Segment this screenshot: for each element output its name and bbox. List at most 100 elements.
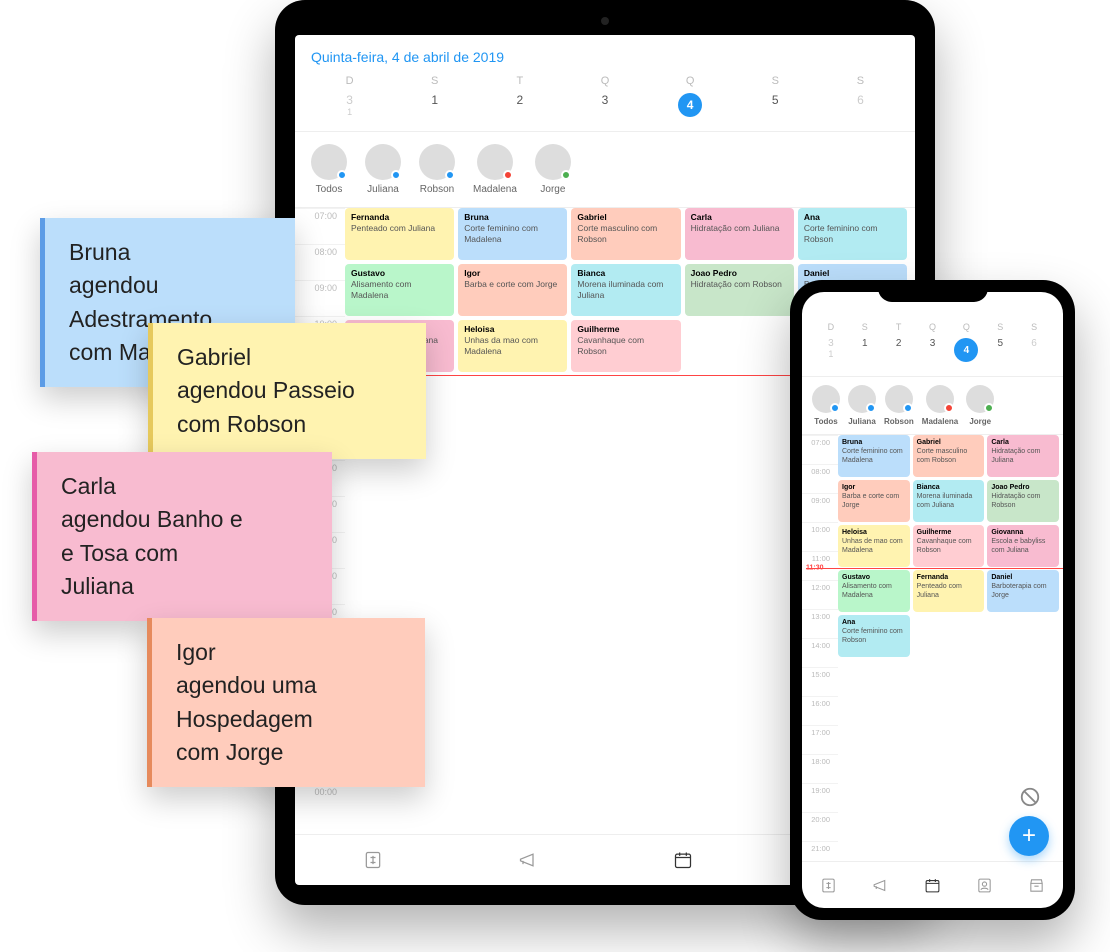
date-cell[interactable]: 2 — [882, 334, 916, 366]
time-label: 13:00 — [802, 609, 838, 638]
status-dot — [337, 170, 347, 180]
weekday-label: D — [307, 69, 392, 89]
billing-tab-icon[interactable] — [362, 849, 384, 871]
time-label: 09:00 — [295, 280, 345, 316]
date-row[interactable]: 31123456 — [295, 89, 915, 132]
people-row[interactable]: Todos Juliana Robson Madalena Jorge — [295, 132, 915, 208]
date-cell[interactable]: 2 — [477, 89, 562, 121]
event-detail: Alisamento com Madalena — [842, 583, 892, 599]
event-name: Bruna — [842, 438, 906, 447]
date-cell[interactable]: 1 — [392, 89, 477, 121]
notification-card[interactable]: Gabrielagendou Passeiocom Robson — [148, 323, 426, 459]
date-cell[interactable]: 6 — [1017, 334, 1051, 366]
notification-card[interactable]: Carlaagendou Banho ee Tosa comJuliana — [32, 452, 332, 621]
calendar-event[interactable]: AnaCorte feminino com Robson — [798, 208, 907, 260]
person-filter[interactable]: Todos — [812, 385, 840, 426]
calendar-event[interactable]: BiancaMorena iluminada com Juliana — [913, 480, 985, 522]
bottom-tabs[interactable] — [802, 861, 1063, 908]
time-label: 08:00 — [802, 464, 838, 493]
weekday-label: S — [983, 316, 1017, 334]
announce-tab-icon[interactable] — [869, 874, 891, 896]
calendar-event[interactable]: Joao PedroHidratação com Robson — [987, 480, 1059, 522]
event-name: Joao Pedro — [691, 268, 788, 279]
time-label: 19:00 — [802, 783, 838, 812]
time-label: 09:00 — [802, 493, 838, 522]
calendar-event[interactable]: GabrielCorte masculino com Robson — [913, 435, 985, 477]
status-dot — [503, 170, 513, 180]
calendar-event[interactable]: BrunaCorte feminino com Madalena — [838, 435, 910, 477]
calendar-tab-icon[interactable] — [672, 849, 694, 871]
event-name: Fernanda — [351, 212, 448, 223]
status-dot — [445, 170, 455, 180]
avatar — [966, 385, 994, 413]
date-title: Quinta-feira, 4 de abril de 2019 — [295, 35, 915, 69]
date-cell[interactable]: 6 — [818, 89, 903, 121]
weekday-label: S — [392, 69, 477, 89]
calendar-event[interactable]: HeloisaUnhas da mao com Madalena — [458, 320, 567, 372]
person-filter[interactable]: Jorge — [535, 144, 571, 195]
calendar-tab-icon[interactable] — [921, 874, 943, 896]
calendar-event[interactable]: CarlaHidratação com Juliana — [987, 435, 1059, 477]
date-cell[interactable]: 3 — [916, 334, 950, 366]
date-cell[interactable]: 5 — [983, 334, 1017, 366]
calendar-event[interactable]: HeloisaUnhas de mao com Madalena — [838, 525, 910, 567]
person-name: Juliana — [367, 184, 399, 195]
calendar-event[interactable]: BrunaCorte feminino com Madalena — [458, 208, 567, 260]
date-cell[interactable]: 31 — [814, 334, 848, 366]
avatar — [535, 144, 571, 180]
contacts-tab-icon[interactable] — [974, 874, 996, 896]
billing-tab-icon[interactable] — [817, 874, 839, 896]
weekday-label: T — [477, 69, 562, 89]
person-filter[interactable]: Juliana — [848, 385, 876, 426]
notification-line: Hospedagem — [176, 703, 401, 736]
person-filter[interactable]: Robson — [884, 385, 914, 426]
weekday-label: Q — [949, 316, 983, 334]
person-filter[interactable]: Robson — [419, 144, 455, 195]
event-name: Igor — [842, 483, 906, 492]
event-detail: Corte feminino com Madalena — [464, 223, 538, 244]
date-cell[interactable]: 31 — [307, 89, 392, 121]
date-cell[interactable]: 4 — [949, 334, 983, 366]
time-label: 20:00 — [802, 812, 838, 841]
notification-card[interactable]: Igoragendou umaHospedagemcom Jorge — [147, 618, 425, 787]
calendar-event[interactable]: FernandaPenteado com Juliana — [345, 208, 454, 260]
person-filter[interactable]: Madalena — [473, 144, 517, 195]
calendar-event[interactable]: GabrielCorte masculino com Robson — [571, 208, 680, 260]
calendar-event[interactable]: AnaCorte feminino com Robson — [838, 615, 910, 657]
calendar-event[interactable]: DanielBarboterapia com Jorge — [987, 570, 1059, 612]
calendar-event[interactable]: CarlaHidratação com Juliana — [685, 208, 794, 260]
people-row[interactable]: Todos Juliana Robson Madalena Jorge — [802, 377, 1063, 435]
person-filter[interactable]: Jorge — [966, 385, 994, 426]
calendar-event[interactable]: GustavoAlisamento com Madalena — [345, 264, 454, 316]
phone-device: DSTQQSS 31123456 Todos Juliana Robson Madal… — [790, 280, 1075, 920]
event-name: Daniel — [804, 268, 901, 279]
person-filter[interactable]: Todos — [311, 144, 347, 195]
weekday-row: DSTQQSS — [802, 316, 1063, 334]
calendar-event[interactable]: GuilhermeCavanhaque com Robson — [571, 320, 680, 372]
date-row[interactable]: 31123456 — [802, 334, 1063, 377]
person-filter[interactable]: Juliana — [365, 144, 401, 195]
store-tab-icon[interactable] — [1026, 874, 1048, 896]
person-name: Robson — [884, 417, 914, 426]
calendar-event[interactable]: IgorBarba e corte com Jorge — [458, 264, 567, 316]
status-dot — [830, 403, 840, 413]
calendar-event[interactable]: Joao PedroHidratação com Robson — [685, 264, 794, 316]
calendar-event[interactable]: GustavoAlisamento com Madalena — [838, 570, 910, 612]
event-name: Guilherme — [917, 528, 981, 537]
date-cell[interactable]: 5 — [733, 89, 818, 121]
calendar-event[interactable]: IgorBarba e corte com Jorge — [838, 480, 910, 522]
event-name: Guilherme — [577, 324, 674, 335]
calendar-event[interactable]: GuilhermeCavanhaque com Robson — [913, 525, 985, 567]
notification-line: agendou Banho e — [61, 503, 308, 536]
calendar-event[interactable]: BiancaMorena iluminada com Juliana — [571, 264, 680, 316]
calendar-event[interactable]: GiovannaEscola e babyliss com Juliana — [987, 525, 1059, 567]
cancel-icon[interactable] — [1019, 786, 1041, 808]
calendar-event[interactable]: FernandaPenteado com Juliana — [913, 570, 985, 612]
add-button[interactable]: + — [1009, 816, 1049, 856]
person-filter[interactable]: Madalena — [922, 385, 958, 426]
announce-tab-icon[interactable] — [517, 849, 539, 871]
date-cell[interactable]: 3 — [562, 89, 647, 121]
date-cell[interactable]: 1 — [848, 334, 882, 366]
date-cell[interactable]: 4 — [648, 89, 733, 121]
time-label: 08:00 — [295, 244, 345, 280]
